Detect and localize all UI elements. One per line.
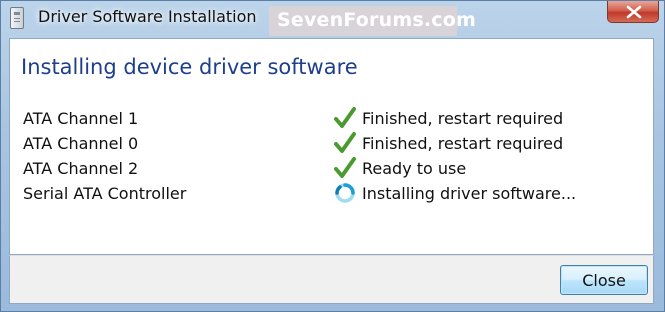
window-close-button[interactable] bbox=[607, 1, 659, 23]
title-bar[interactable]: Driver Software Installation SevenForums… bbox=[1, 1, 664, 37]
device-status: Finished, restart required bbox=[362, 134, 564, 153]
busy-spinner-icon bbox=[335, 183, 355, 203]
device-name: ATA Channel 0 bbox=[23, 134, 139, 153]
close-button[interactable]: Close bbox=[560, 265, 648, 295]
watermark: SevenForums.com bbox=[269, 6, 476, 36]
check-icon bbox=[334, 157, 356, 178]
device-name: ATA Channel 2 bbox=[23, 159, 139, 178]
check-icon bbox=[334, 107, 356, 128]
device-status: Installing driver software... bbox=[362, 184, 577, 203]
driver-device-icon bbox=[10, 7, 24, 29]
dialog-window: Driver Software Installation SevenForums… bbox=[0, 0, 665, 312]
device-name: ATA Channel 1 bbox=[23, 109, 139, 128]
device-name: Serial ATA Controller bbox=[23, 184, 187, 203]
device-status: Ready to use bbox=[362, 159, 467, 178]
check-icon bbox=[334, 132, 356, 153]
content-panel: Installing device driver software ATA Ch… bbox=[9, 38, 654, 255]
page-title: Installing device driver software bbox=[21, 55, 358, 79]
dialog-footer: Close bbox=[9, 255, 654, 304]
window-title: Driver Software Installation bbox=[38, 7, 257, 26]
device-status: Finished, restart required bbox=[362, 109, 564, 128]
close-icon bbox=[626, 5, 642, 19]
watermark-text: SevenForums.com bbox=[277, 9, 476, 31]
